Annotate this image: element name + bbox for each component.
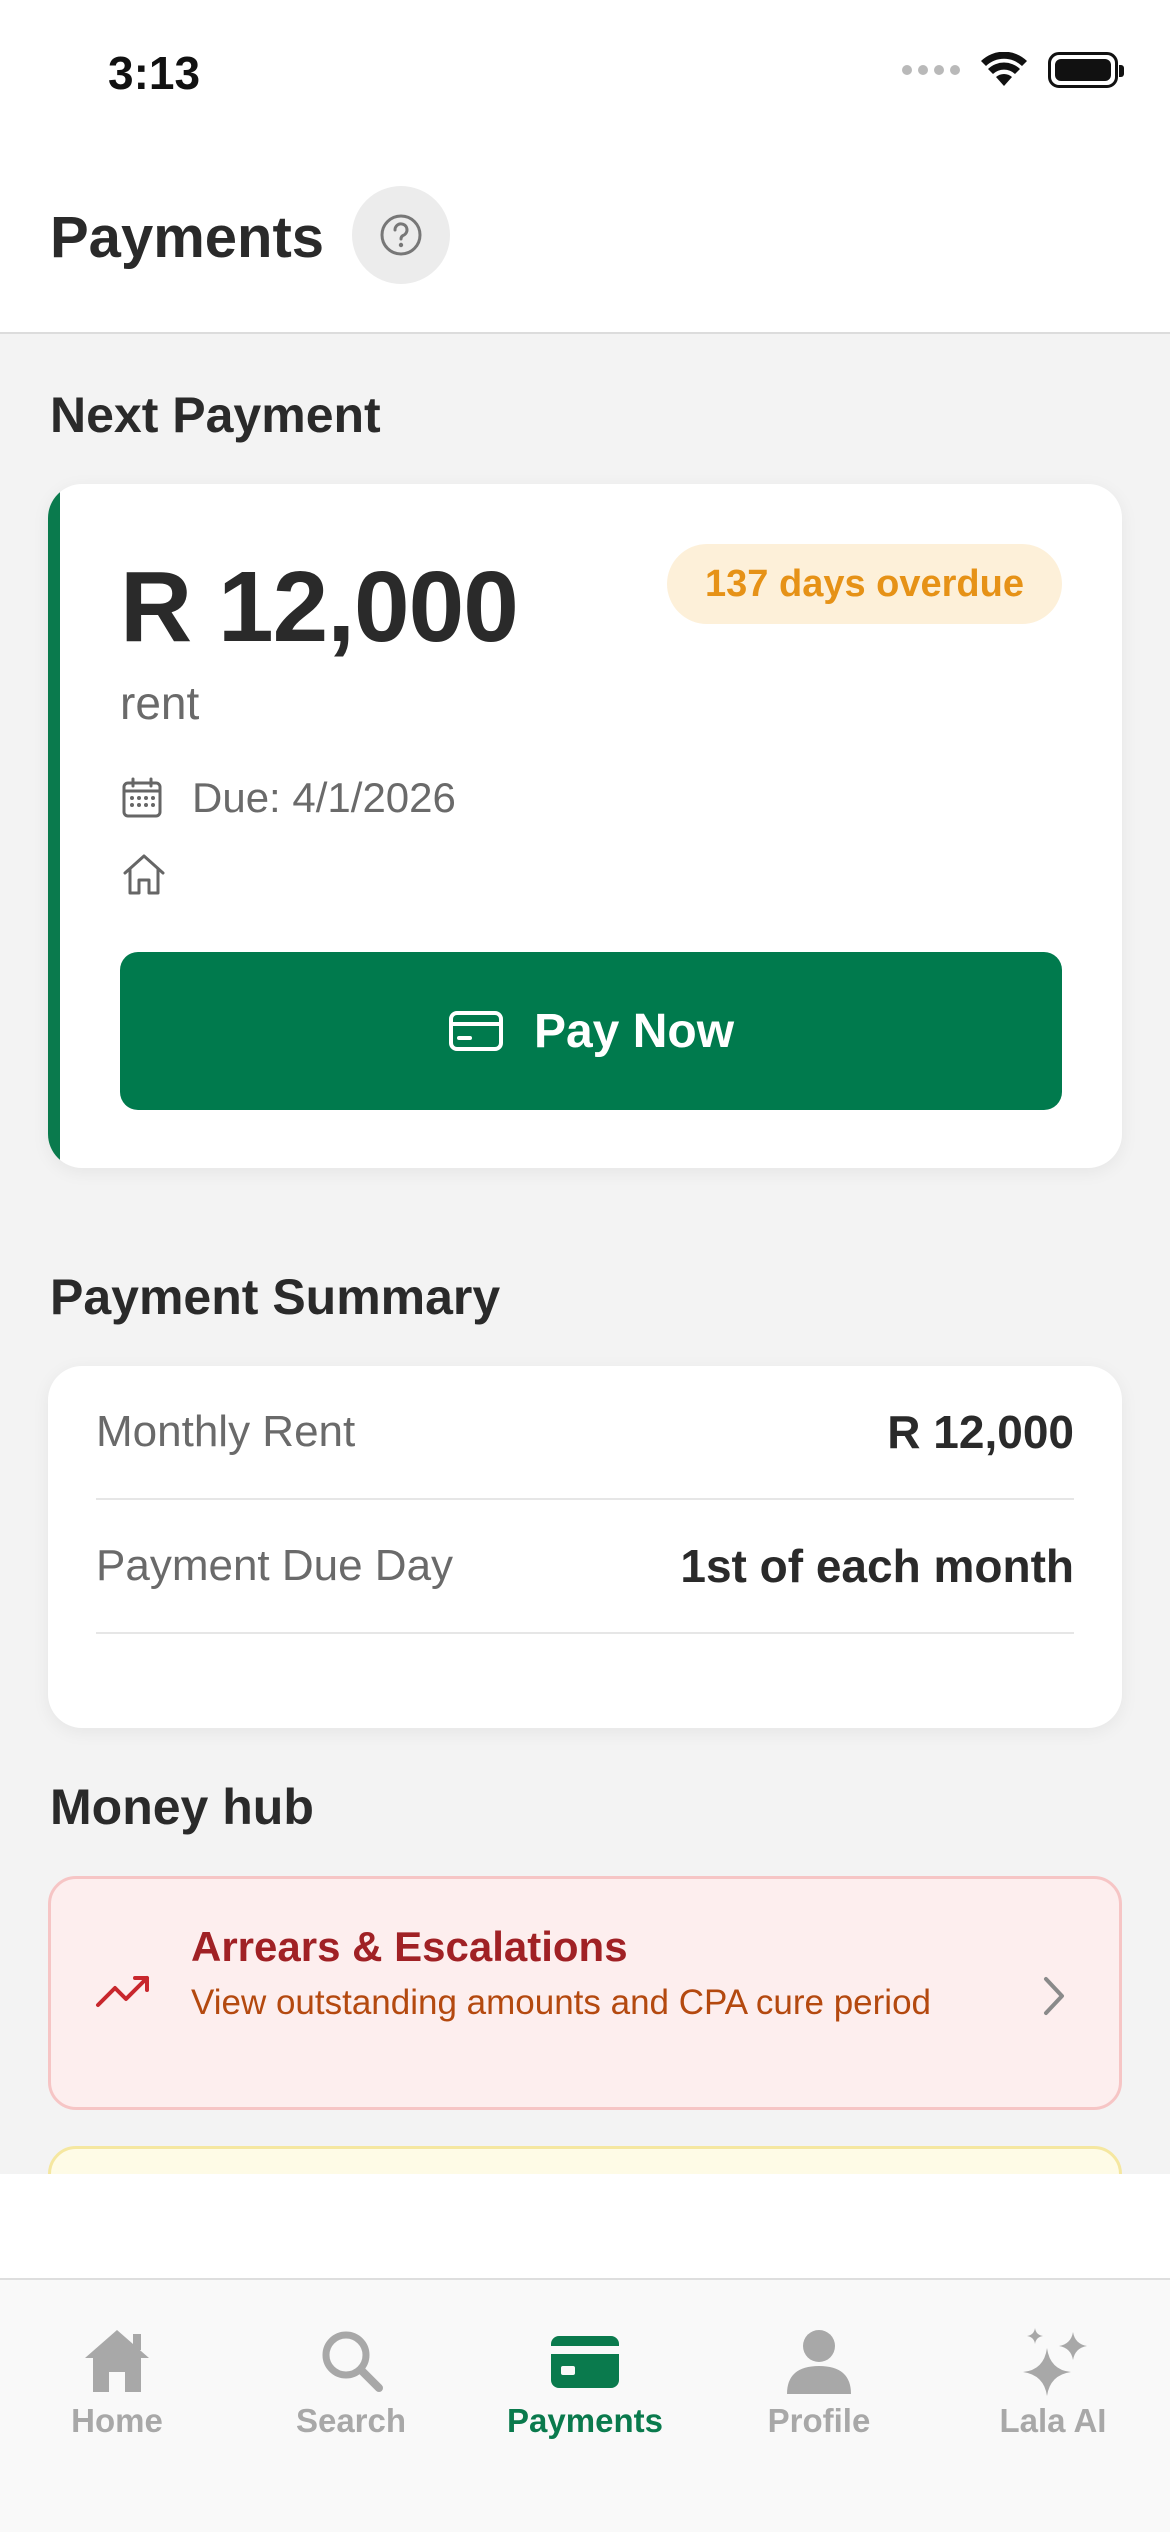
money-hub-heading: Money hub — [50, 1779, 314, 1835]
summary-label: Monthly Rent — [96, 1407, 356, 1456]
pay-now-button[interactable]: Pay Now — [120, 952, 1062, 1110]
summary-row: Monthly Rent R 12,000 — [96, 1366, 1074, 1500]
arrears-escalations-card[interactable]: Arrears & Escalations View outstanding a… — [48, 1876, 1122, 2110]
pay-now-label: Pay Now — [533, 1004, 735, 1058]
calendar-icon — [122, 777, 162, 818]
help-button[interactable] — [352, 186, 450, 284]
status-time: 3:13 — [108, 47, 201, 99]
tab-label: Lala AI — [999, 2402, 1107, 2439]
card-accent-stripe — [48, 484, 60, 1168]
payment-summary-heading: Payment Summary — [50, 1269, 501, 1325]
next-payment-heading: Next Payment — [50, 387, 381, 443]
property-row — [120, 850, 168, 903]
due-date-row: Due: 4/1/2026 — [120, 774, 456, 822]
tab-label: Profile — [767, 2402, 871, 2439]
payment-amount: R 12,000 — [120, 551, 519, 663]
tab-label: Payments — [507, 2402, 663, 2439]
question-circle-icon — [380, 214, 422, 256]
card-icon — [551, 2336, 619, 2388]
tab-lala-ai[interactable]: Lala AI — [936, 2326, 1170, 2440]
summary-row: Payment Due Day 1st of each month — [96, 1500, 1074, 1634]
summary-value: R 12,000 — [887, 1406, 1074, 1458]
search-icon — [322, 2331, 383, 2392]
chevron-right-icon — [1044, 1977, 1064, 2015]
sparkles-icon — [1023, 2328, 1087, 2396]
next-payment-card: R 12,000 137 days overdue rent Due: 4/1/… — [48, 484, 1122, 1168]
status-icons — [902, 50, 1124, 90]
page-title: Payments — [50, 205, 325, 270]
bottom-tab-bar: Home Search Payments Profile Lala AI — [0, 2278, 1170, 2532]
tab-home[interactable]: Home — [0, 2326, 234, 2440]
wifi-icon — [981, 52, 1027, 86]
battery-icon — [1048, 52, 1124, 88]
credit-card-icon — [448, 1011, 503, 1051]
house-icon — [123, 854, 165, 895]
summary-label: Payment Due Day — [96, 1541, 454, 1590]
due-date: Due: 4/1/2026 — [192, 774, 456, 821]
tab-label: Search — [295, 2402, 407, 2439]
arrears-description: View outstanding amounts and CPA cure pe… — [191, 1983, 932, 2022]
tab-profile[interactable]: Profile — [702, 2326, 936, 2440]
content-bottom-fill — [0, 2174, 1170, 2278]
top-header: 3:13 Payments — [0, 0, 1170, 334]
payment-summary-card: Monthly Rent R 12,000 Payment Due Day 1s… — [48, 1366, 1122, 1728]
arrears-title: Arrears & Escalations — [191, 1923, 628, 1970]
cellular-signal-icon — [902, 65, 960, 75]
tab-label: Home — [71, 2402, 163, 2439]
home-icon — [85, 2330, 149, 2392]
overdue-badge: 137 days overdue — [667, 544, 1062, 624]
payment-type: rent — [120, 677, 200, 729]
tab-payments[interactable]: Payments — [468, 2326, 702, 2440]
tab-search[interactable]: Search — [234, 2326, 468, 2440]
person-icon — [787, 2330, 851, 2394]
summary-value: 1st of each month — [680, 1540, 1074, 1592]
trending-up-icon — [96, 1976, 149, 2007]
